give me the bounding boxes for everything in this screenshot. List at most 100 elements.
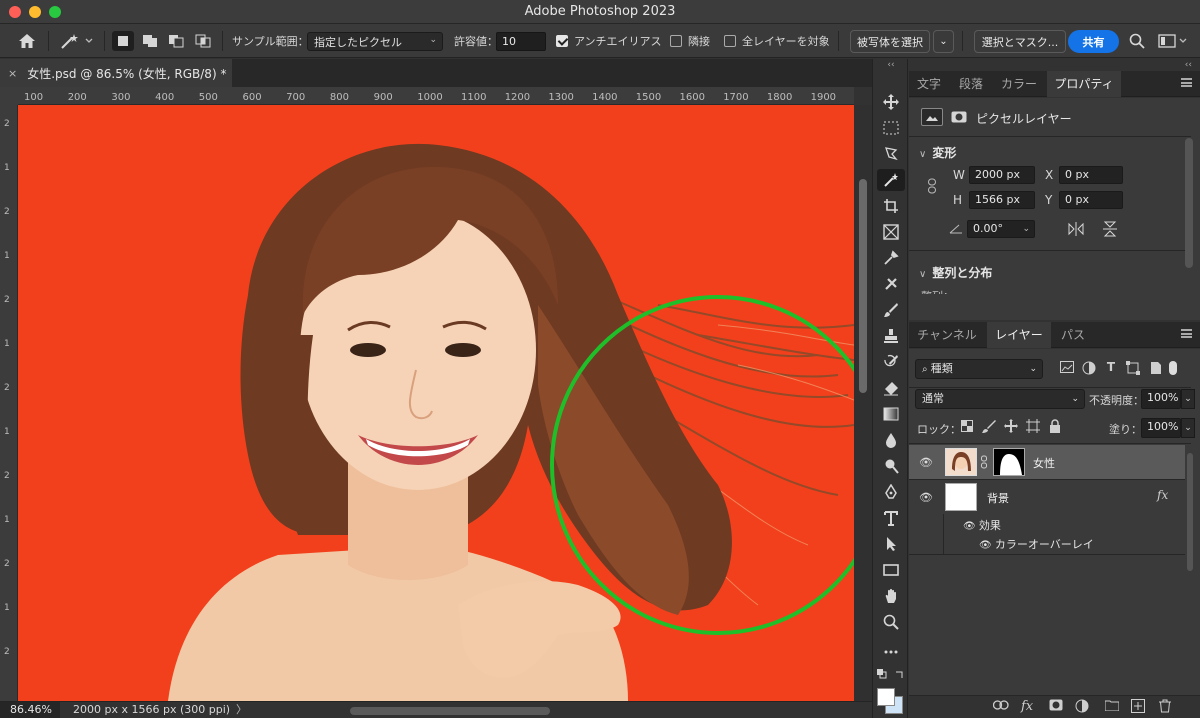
eye-icon[interactable]: 👁	[919, 491, 933, 504]
tab-properties[interactable]: プロパティ	[1047, 71, 1121, 97]
workspace-icon[interactable]	[1158, 24, 1188, 58]
angle-input[interactable]: 0.00° ⌄	[967, 220, 1035, 238]
fx-icon[interactable]: fx	[1021, 699, 1033, 714]
add-to-selection-button[interactable]	[139, 31, 161, 51]
color-overlay-row[interactable]: 👁 カラーオーバーレイ	[979, 536, 1094, 552]
crop-tool-icon[interactable]	[877, 195, 905, 217]
select-and-mask-button[interactable]: 選択とマスク...	[974, 30, 1066, 53]
delete-layer-icon[interactable]	[1159, 699, 1171, 717]
lock-all-icon[interactable]	[1047, 419, 1063, 436]
document-tab[interactable]: × 女性.psd @ 86.5% (女性, RGB/8) *	[0, 59, 232, 87]
filter-type-icon[interactable]: T	[1103, 360, 1119, 374]
blur-tool-icon[interactable]	[877, 429, 905, 451]
lock-position-icon[interactable]	[1003, 419, 1019, 436]
link-layers-icon[interactable]	[992, 699, 1009, 714]
new-selection-button[interactable]	[112, 31, 134, 51]
properties-scrollbar[interactable]	[1185, 138, 1193, 268]
layer-name[interactable]: 背景	[987, 490, 1009, 506]
fill-input[interactable]: 100%	[1141, 418, 1181, 438]
tab-paths[interactable]: パス	[1053, 322, 1093, 348]
hand-tool-icon[interactable]	[877, 585, 905, 607]
more-tools-icon[interactable]	[877, 641, 905, 663]
flip-vertical-icon[interactable]	[1103, 220, 1117, 241]
collapse-toolbar-icon[interactable]: ‹‹	[873, 59, 909, 71]
home-icon[interactable]	[18, 24, 36, 58]
gradient-tool-icon[interactable]	[877, 403, 905, 425]
lock-artboard-icon[interactable]	[1025, 419, 1041, 436]
lock-transparent-icon[interactable]	[959, 420, 975, 435]
flip-horizontal-icon[interactable]	[1067, 222, 1085, 239]
eyedropper-tool-icon[interactable]	[877, 247, 905, 269]
intersect-selection-button[interactable]	[192, 31, 214, 51]
zoom-tool-icon[interactable]	[877, 611, 905, 633]
add-mask-icon[interactable]	[1049, 699, 1063, 715]
tolerance-input[interactable]: 10	[496, 32, 546, 51]
width-input[interactable]: 2000 px	[969, 166, 1035, 184]
fill-dropdown-icon[interactable]: ⌄	[1181, 418, 1195, 438]
eye-icon[interactable]: 👁	[919, 456, 933, 469]
layer-filter-select[interactable]: ⌕ 種類 ⌄	[915, 359, 1043, 379]
sample-size-select[interactable]: 指定したピクセル ⌄	[307, 32, 443, 51]
canvas-vertical-scrollbar[interactable]	[854, 105, 872, 701]
default-colors-icon[interactable]	[875, 667, 889, 681]
eraser-tool-icon[interactable]	[877, 377, 905, 399]
layer-mask-thumbnail[interactable]	[993, 448, 1025, 476]
panel-menu-icon[interactable]	[1181, 78, 1192, 87]
x-input[interactable]: 0 px	[1059, 166, 1123, 184]
lasso-tool-icon[interactable]	[877, 143, 905, 165]
layers-panel-menu-icon[interactable]	[1181, 329, 1192, 338]
search-icon[interactable]	[1129, 24, 1145, 58]
select-subject-menu-button[interactable]: ⌄	[933, 30, 954, 53]
document-canvas[interactable]	[18, 105, 854, 701]
tab-paragraph[interactable]: 段落	[951, 71, 991, 97]
tab-character[interactable]: 文字	[909, 71, 949, 97]
layers-scrollbar[interactable]	[1187, 453, 1193, 571]
layer-row[interactable]: 👁 女性	[909, 445, 1185, 479]
clone-stamp-tool-icon[interactable]	[877, 325, 905, 347]
collapse-panels-icon[interactable]: ‹‹	[909, 59, 1200, 71]
antialias-checkbox[interactable]: アンチエイリアス	[556, 24, 662, 58]
tab-color[interactable]: カラー	[993, 71, 1045, 97]
magic-wand-tool-icon[interactable]	[877, 169, 905, 191]
type-tool-icon[interactable]	[877, 507, 905, 529]
subtract-from-selection-button[interactable]	[165, 31, 187, 51]
dodge-tool-icon[interactable]	[877, 455, 905, 477]
magic-wand-tool-preset-icon[interactable]	[60, 24, 94, 58]
all-layers-checkbox[interactable]: 全レイヤーを対象	[724, 24, 830, 58]
path-selection-tool-icon[interactable]	[877, 533, 905, 555]
height-input[interactable]: 1566 px	[969, 191, 1035, 209]
canvas-horizontal-scrollbar[interactable]	[350, 707, 550, 715]
link-proportions-icon[interactable]	[927, 178, 937, 198]
transform-section-header[interactable]: ∨ 変形	[919, 144, 956, 161]
tab-channels[interactable]: チャンネル	[909, 322, 985, 348]
opacity-input[interactable]: 100%	[1141, 389, 1181, 409]
select-subject-button[interactable]: 被写体を選択	[850, 30, 930, 53]
effects-row[interactable]: 👁 効果	[963, 517, 1001, 533]
new-group-icon[interactable]	[1104, 699, 1120, 715]
pen-tool-icon[interactable]	[877, 481, 905, 503]
zoom-level[interactable]: 86.46%	[0, 702, 60, 718]
share-button[interactable]: 共有	[1068, 30, 1119, 53]
align-section-header[interactable]: ∨ 整列と分布	[919, 264, 992, 281]
blend-mode-select[interactable]: 通常 ⌄	[915, 389, 1085, 409]
healing-brush-tool-icon[interactable]	[877, 273, 905, 295]
filter-adjustment-icon[interactable]	[1081, 361, 1097, 378]
adjustment-layer-icon[interactable]	[1075, 699, 1089, 717]
contiguous-checkbox[interactable]: 隣接	[670, 24, 710, 58]
move-tool-icon[interactable]	[877, 91, 905, 113]
foreground-color-swatch[interactable]	[877, 688, 895, 706]
frame-tool-icon[interactable]	[877, 221, 905, 243]
marquee-tool-icon[interactable]	[877, 117, 905, 139]
close-tab-icon[interactable]: ×	[8, 67, 17, 80]
opacity-dropdown-icon[interactable]: ⌄	[1181, 389, 1195, 409]
filter-pixel-icon[interactable]	[1059, 361, 1075, 376]
tab-layers[interactable]: レイヤー	[987, 322, 1051, 348]
layer-row[interactable]: 👁 背景 fx	[909, 480, 1185, 514]
rectangle-tool-icon[interactable]	[877, 559, 905, 581]
layer-effects-badge[interactable]: fx	[1157, 488, 1168, 502]
history-brush-tool-icon[interactable]	[877, 351, 905, 373]
layer-name[interactable]: 女性	[1033, 455, 1055, 471]
mask-link-icon[interactable]	[981, 455, 987, 472]
status-menu-arrow[interactable]: 〉	[236, 702, 247, 718]
filter-shape-icon[interactable]	[1125, 361, 1141, 378]
